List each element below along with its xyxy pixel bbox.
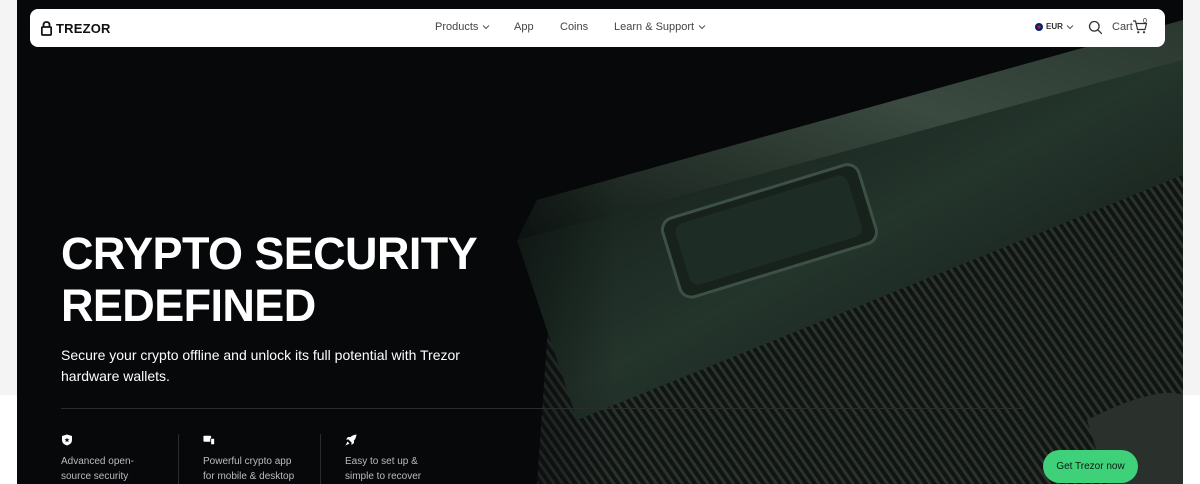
nav-coins-label: Coins: [560, 21, 589, 33]
hero-title: CRYPTO SECURITY REDEFINED: [61, 228, 501, 332]
feature-separator: [178, 434, 179, 484]
nav-links: Products App Coins Learn & Support: [30, 9, 1165, 47]
feature-security-line1: Advanced open-: [61, 456, 134, 467]
hero-divider: [61, 408, 1021, 409]
hero-title-line1: CRYPTO SECURITY: [61, 228, 478, 279]
hero-subtitle: Secure your crypto offline and unlock it…: [61, 347, 460, 384]
feature-app: Powerful crypto app for mobile & desktop: [203, 434, 294, 484]
feature-app-line2: for mobile & desktop: [203, 471, 295, 482]
get-trezor-button[interactable]: Get Trezor now: [1043, 450, 1138, 483]
devices-icon: [203, 435, 215, 446]
uk-flag-icon: [1035, 22, 1043, 31]
nav-app[interactable]: App: [514, 21, 534, 33]
rocket-icon: [345, 434, 357, 446]
feature-setup-line2: simple to recover: [345, 471, 422, 482]
nav-coins[interactable]: Coins: [560, 21, 588, 33]
cart-link[interactable]: Cart: [1112, 21, 1133, 33]
currency-label: EUR: [1046, 22, 1063, 31]
nav-app-label: App: [514, 21, 534, 33]
hero-section: CRYPTO SECURITY REDEFINED Secure your cr…: [17, 0, 1183, 484]
chevron-down-icon: [1066, 24, 1074, 29]
hero-title-line2: REDEFINED: [61, 280, 316, 331]
cart-count-badge: 0: [1143, 18, 1147, 25]
feature-security: Advanced open- source security: [61, 434, 134, 484]
nav-learn-support-label: Learn & Support: [614, 21, 695, 33]
feature-setup: Easy to set up & simple to recover: [345, 434, 421, 484]
chevron-down-icon: [698, 25, 706, 30]
search-icon[interactable]: [1088, 20, 1103, 35]
nav-learn-support[interactable]: Learn & Support: [614, 21, 706, 33]
shield-star-icon: [62, 434, 72, 446]
nav-products[interactable]: Products: [435, 21, 490, 33]
feature-security-line2: source security: [61, 471, 129, 482]
feature-separator: [320, 434, 321, 484]
top-navbar: TREZOR Products App Coins Learn & Suppor…: [30, 9, 1165, 47]
feature-app-line1: Powerful crypto app: [203, 456, 292, 467]
feature-setup-line1: Easy to set up &: [345, 456, 418, 467]
chevron-down-icon: [483, 25, 490, 30]
currency-selector[interactable]: EUR: [1035, 22, 1074, 31]
nav-products-label: Products: [435, 21, 479, 33]
